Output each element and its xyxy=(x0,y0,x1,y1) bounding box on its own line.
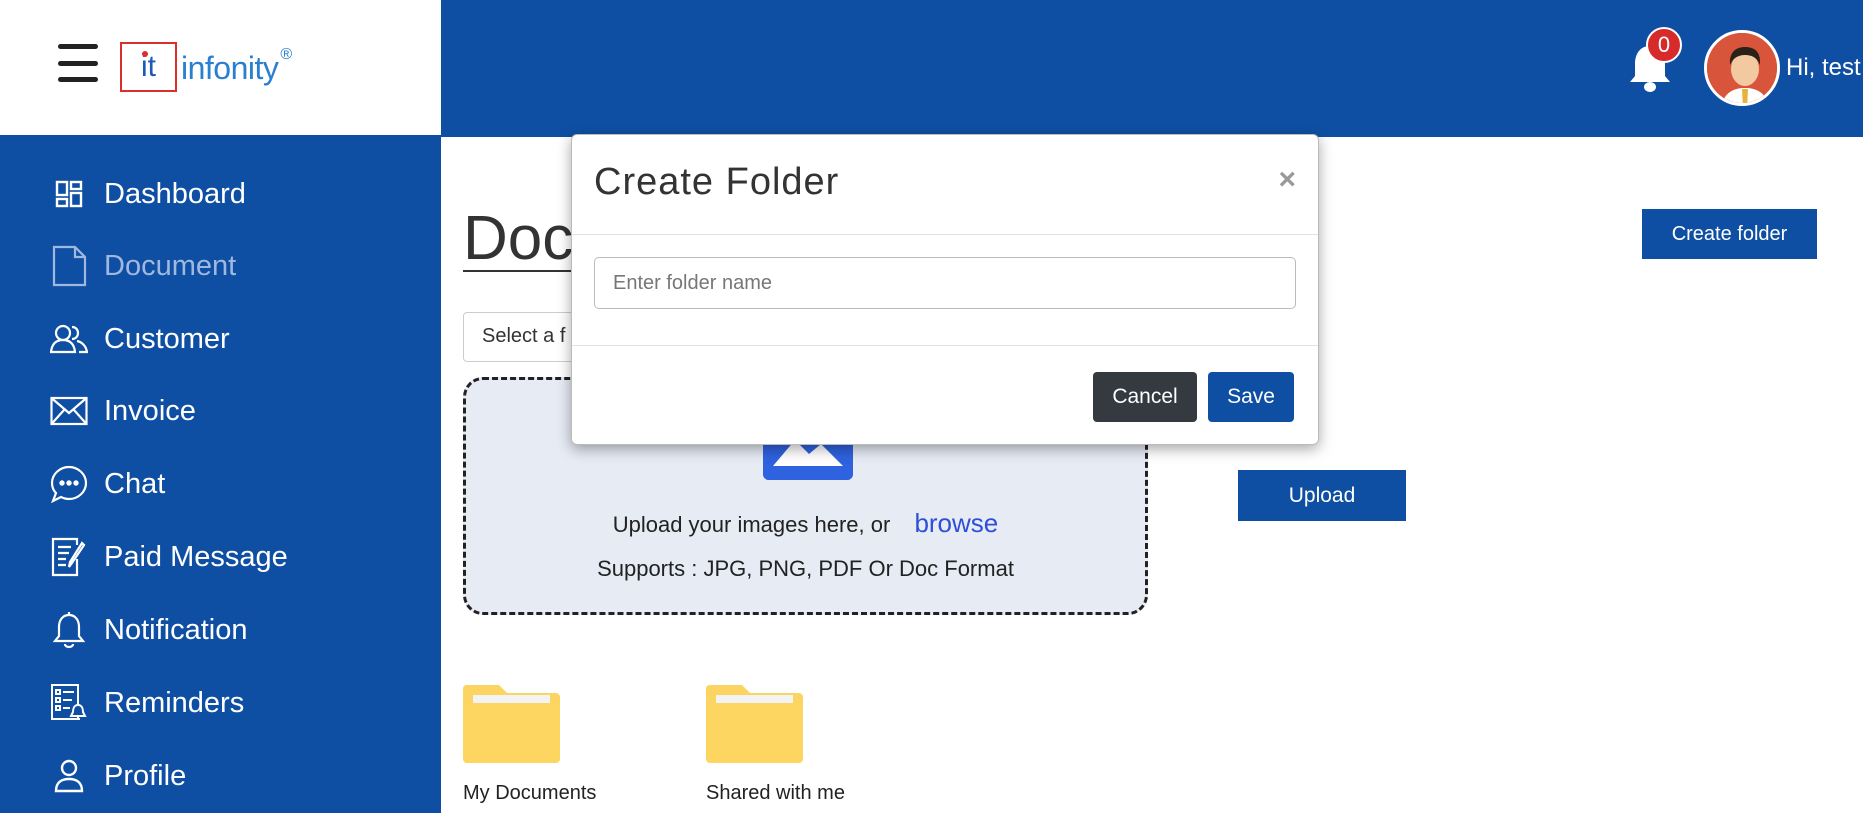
modal-header-divider xyxy=(572,234,1318,235)
browse-link[interactable]: browse xyxy=(914,508,998,538)
logo[interactable]: it infonity ® xyxy=(120,42,292,92)
profile-icon xyxy=(50,757,88,795)
modal-footer-divider xyxy=(572,345,1318,346)
brand-area: it infonity ® xyxy=(0,0,441,135)
folder-icon xyxy=(463,685,560,763)
sidebar-item-label: Reminders xyxy=(104,686,245,719)
save-button[interactable]: Save xyxy=(1208,372,1294,422)
chat-icon xyxy=(50,465,88,503)
sidebar-item-invoice[interactable]: Invoice xyxy=(50,392,196,430)
sidebar-item-label: Dashboard xyxy=(104,177,246,210)
sidebar-item-reminders[interactable]: Reminders xyxy=(50,684,244,722)
folder-my-documents[interactable]: My Documents xyxy=(463,685,596,805)
sidebar-item-document[interactable]: Document xyxy=(50,245,237,287)
dropzone-text: Upload your images here, or browse xyxy=(466,508,1145,539)
sidebar-item-label: Notification xyxy=(104,613,248,646)
dashboard-icon xyxy=(50,175,88,213)
folder-icon xyxy=(706,685,803,763)
sidebar-item-notification[interactable]: Notification xyxy=(50,611,247,649)
sidebar-item-label: Chat xyxy=(104,467,166,500)
logo-text: infonity xyxy=(181,50,279,86)
sidebar-item-chat[interactable]: Chat xyxy=(50,465,165,503)
sidebar-item-label: Profile xyxy=(104,759,187,792)
sidebar-item-profile[interactable]: Profile xyxy=(50,757,186,795)
folder-label: Shared with me xyxy=(706,782,845,804)
customer-icon xyxy=(50,320,88,358)
sidebar-item-dashboard[interactable]: Dashboard xyxy=(50,175,246,213)
sidebar-item-label: Paid Message xyxy=(104,540,288,573)
sidebar-item-label: Customer xyxy=(104,322,230,355)
reminders-icon xyxy=(50,684,88,722)
sidebar-item-paid-message[interactable]: Paid Message xyxy=(50,537,288,577)
create-folder-modal: Create Folder × Cancel Save xyxy=(571,134,1319,445)
notification-count-badge: 0 xyxy=(1646,27,1682,63)
upload-button[interactable]: Upload xyxy=(1238,470,1406,521)
create-folder-button[interactable]: Create folder xyxy=(1642,209,1817,259)
hamburger-menu-icon[interactable] xyxy=(58,44,98,82)
dropzone-prompt: Upload your images here, or xyxy=(612,512,891,537)
registered-mark: ® xyxy=(280,46,293,63)
bell-icon xyxy=(50,611,88,649)
avatar[interactable] xyxy=(1704,30,1780,106)
sidebar-item-customer[interactable]: Customer xyxy=(50,320,230,358)
supported-formats: Supports : JPG, PNG, PDF Or Doc Format xyxy=(597,556,1014,581)
sidebar-item-label: Document xyxy=(104,249,237,282)
folder-name-input[interactable] xyxy=(594,257,1296,309)
invoice-icon xyxy=(50,392,88,430)
folder-label: My Documents xyxy=(463,782,597,804)
sidebar: Dashboard Document Customer Invoice Chat… xyxy=(0,135,441,813)
close-icon[interactable]: × xyxy=(1278,165,1296,195)
paid-message-icon xyxy=(50,537,88,577)
sidebar-item-label: Invoice xyxy=(104,394,196,427)
cancel-button[interactable]: Cancel xyxy=(1093,372,1197,422)
modal-title: Create Folder xyxy=(594,161,840,203)
user-greeting[interactable]: Hi, test xyxy=(1786,54,1861,82)
document-icon xyxy=(50,245,88,287)
logo-mark: it xyxy=(120,42,177,92)
folder-shared-with-me[interactable]: Shared with me xyxy=(706,685,845,805)
